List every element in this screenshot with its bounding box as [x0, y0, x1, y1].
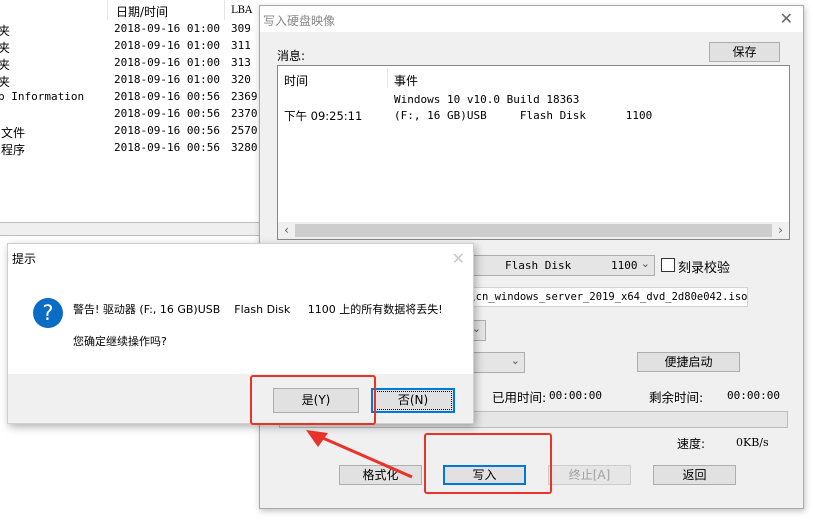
- speed-label: 速度:: [677, 437, 706, 451]
- dialog-title: 写入硬盘映像: [263, 14, 336, 28]
- file-row[interactable]: 程序 2018-09-16 00:56 3280: [0, 140, 258, 157]
- background-scrollbar[interactable]: [0, 222, 260, 236]
- confirm-dialog-footer: 是(Y) 否(N): [8, 374, 473, 423]
- remaining-time-label: 剩余时间:: [649, 390, 704, 405]
- verify-checkbox[interactable]: [661, 258, 675, 272]
- scroll-left-icon[interactable]: ‹: [278, 222, 295, 239]
- close-icon[interactable]: ✕: [452, 249, 465, 268]
- save-button[interactable]: 保存: [709, 42, 780, 62]
- background-file-list: 日期/时间 LBA 夹 2018-09-16 01:00 309 夹 2018-…: [0, 0, 258, 230]
- column-divider[interactable]: [387, 68, 388, 88]
- column-divider[interactable]: [107, 0, 108, 20]
- file-list-header: 日期/时间 LBA: [0, 0, 258, 20]
- remaining-time-value: 00:00:00: [727, 389, 780, 402]
- warning-message: 警告! 驱动器 (F:, 16 GB)USB Flash Disk 1100 上…: [73, 303, 443, 316]
- quick-boot-button[interactable]: 便捷启动: [637, 352, 740, 372]
- file-row[interactable]: 2018-09-16 00:56 2370: [0, 106, 258, 123]
- file-row[interactable]: p Information 2018-09-16 00:56 2369: [0, 89, 258, 106]
- speed-value: 0KB/s: [736, 436, 769, 449]
- column-divider[interactable]: [224, 0, 225, 20]
- log-event: (F:, 16 GB)USB Flash Disk 1100: [394, 109, 653, 122]
- abort-button[interactable]: 终止[A]: [548, 465, 631, 485]
- drive-select[interactable]: Flash Disk 1100 ⌄: [450, 255, 655, 276]
- log-col-event: 事件: [394, 74, 419, 88]
- file-row[interactable]: 夹 2018-09-16 01:00 313: [0, 55, 258, 72]
- file-row[interactable]: 夹 2018-09-16 01:00 309: [0, 21, 258, 38]
- confirm-dialog-title: 提示: [12, 252, 37, 266]
- annotation-arrow-icon: [306, 430, 413, 479]
- no-button[interactable]: 否(N): [371, 388, 455, 413]
- close-icon[interactable]: ✕: [780, 10, 793, 28]
- col-header-date[interactable]: 日期/时间: [116, 3, 168, 20]
- elapsed-time-value: 00:00:00: [549, 389, 602, 402]
- scroll-right-icon[interactable]: ›: [772, 222, 789, 239]
- back-button[interactable]: 返回: [653, 465, 736, 485]
- scrollbar-thumb[interactable]: [295, 224, 772, 237]
- chevron-down-icon: ⌄: [640, 257, 650, 270]
- message-label: 消息:: [277, 49, 306, 63]
- question-icon: ?: [33, 298, 63, 328]
- dialog-titlebar[interactable]: 写入硬盘映像 ✕: [260, 6, 803, 32]
- verify-label: 刻录校验: [678, 261, 731, 276]
- elapsed-time-label: 已用时间:: [492, 390, 547, 405]
- file-row[interactable]: 夹 2018-09-16 01:00 320: [0, 72, 258, 89]
- message-log[interactable]: 时间 事件 Windows 10 v10.0 Build 18363 下午 09…: [277, 65, 790, 240]
- confirm-question: 您确定继续操作吗?: [73, 335, 167, 348]
- log-time: 下午 09:25:11: [284, 109, 363, 123]
- arrow-shaft: [315, 433, 413, 479]
- confirm-dialog: 提示 ✕ ? 警告! 驱动器 (F:, 16 GB)USB Flash Disk…: [7, 243, 474, 424]
- col-header-lba[interactable]: LBA: [231, 5, 252, 16]
- chevron-down-icon: ⌄: [510, 354, 520, 367]
- log-col-time: 时间: [284, 74, 309, 88]
- image-file-input[interactable]: 0\cn_windows_server_2019_x64_dvd_2d80e04…: [460, 287, 748, 307]
- file-row[interactable]: 文件 2018-09-16 00:56 2570: [0, 123, 258, 140]
- highlight-write-button: [424, 433, 552, 494]
- log-horizontal-scrollbar[interactable]: ‹ ›: [278, 222, 789, 239]
- file-row[interactable]: 夹 2018-09-16 01:00 311: [0, 38, 258, 55]
- highlight-yes-button: [250, 375, 376, 425]
- log-event: Windows 10 v10.0 Build 18363: [394, 93, 580, 106]
